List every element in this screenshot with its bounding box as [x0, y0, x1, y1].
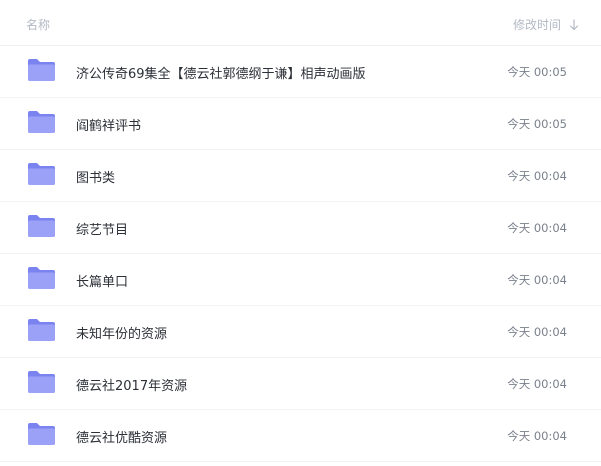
folder-modified-time: 今天 00:04 [507, 169, 567, 183]
folder-row[interactable]: 济公传奇69集全【德云社郭德纲于谦】相声动画版 今天 00:05 [0, 46, 601, 98]
folder-row[interactable]: 未知年份的资源 今天 00:04 [0, 306, 601, 358]
folder-modified-time: 今天 00:05 [507, 117, 567, 131]
folder-icon [28, 319, 55, 341]
folder-name[interactable]: 图书类 [76, 167, 115, 186]
folder-modified-time: 今天 00:04 [507, 429, 567, 443]
folder-modified-time: 今天 00:04 [507, 377, 567, 391]
folder-name[interactable]: 德云社优酷资源 [76, 427, 167, 446]
folder-row[interactable]: 综艺节目 今天 00:04 [0, 202, 601, 254]
folder-icon [28, 371, 55, 393]
folder-row[interactable]: 长篇单口 今天 00:04 [0, 254, 601, 306]
folder-row[interactable]: 德云社优酷资源 今天 00:04 [0, 410, 601, 462]
folder-icon [28, 163, 55, 185]
name-column-header[interactable]: 名称 [26, 16, 50, 33]
folder-name[interactable]: 长篇单口 [76, 271, 128, 290]
folder-icon [28, 215, 55, 237]
modified-time-header-label: 修改时间 [512, 18, 561, 32]
folder-icon [28, 423, 55, 445]
folder-icon [28, 267, 55, 289]
folder-row[interactable]: 阎鹤祥评书 今天 00:05 [0, 98, 601, 150]
folder-name[interactable]: 阎鹤祥评书 [76, 115, 141, 134]
folder-modified-time: 今天 00:04 [507, 325, 567, 339]
folder-row[interactable]: 德云社2017年资源 今天 00:04 [0, 358, 601, 410]
list-header: 名称 修改时间 [0, 0, 601, 46]
folder-icon [28, 111, 55, 133]
folder-modified-time: 今天 00:05 [507, 65, 567, 79]
folder-name[interactable]: 济公传奇69集全【德云社郭德纲于谦】相声动画版 [76, 63, 366, 82]
folder-name[interactable]: 未知年份的资源 [76, 323, 167, 342]
sort-down-arrow-icon[interactable] [569, 19, 579, 31]
modified-time-column-header[interactable]: 修改时间 [513, 16, 579, 33]
folder-icon [28, 59, 55, 81]
file-list: 名称 修改时间 济公传奇69集全【德云社郭德纲于谦】相声动画版 今天 00:05… [0, 0, 601, 466]
folder-row[interactable]: 图书类 今天 00:04 [0, 150, 601, 202]
folder-modified-time: 今天 00:04 [507, 221, 567, 235]
folder-rows: 济公传奇69集全【德云社郭德纲于谦】相声动画版 今天 00:05 阎鹤祥评书 今… [0, 46, 601, 462]
folder-modified-time: 今天 00:04 [507, 273, 567, 287]
folder-name[interactable]: 德云社2017年资源 [76, 375, 187, 394]
folder-name[interactable]: 综艺节目 [76, 219, 128, 238]
